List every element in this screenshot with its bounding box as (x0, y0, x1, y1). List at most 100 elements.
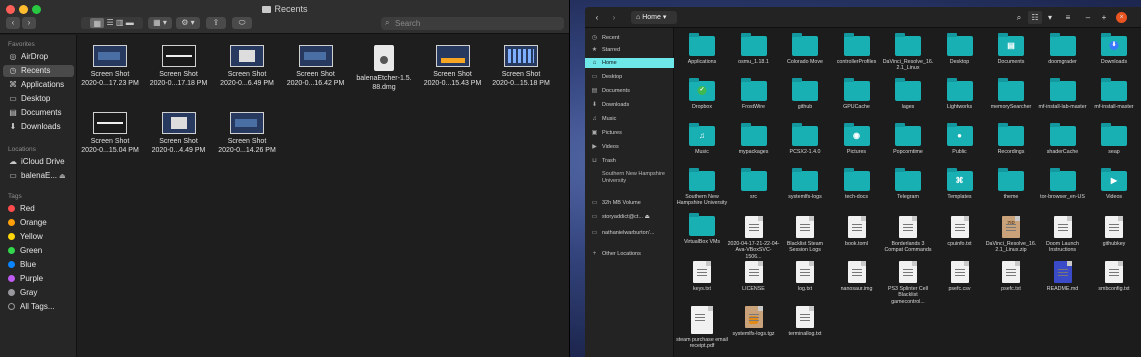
sidebar-item-location[interactable]: ☁ iCloud Drive (3, 156, 74, 168)
folder-item[interactable]: DaVinci_Resolve_16.2.1_Linux (882, 33, 934, 72)
file-item[interactable]: systemlfs-logs.tgz (728, 306, 780, 337)
folder-item[interactable]: seap (1088, 123, 1140, 155)
file-item[interactable]: 2020-04-17-21-22-04-Ava-VBoxSVC-1506... (728, 216, 780, 260)
folder-item[interactable]: systemlfs-logs (779, 168, 831, 200)
view-toggle-button[interactable]: ☷ (1028, 11, 1042, 24)
folder-item[interactable]: VirtualBox VMs (676, 213, 728, 245)
folder-item[interactable]: ▤ Documents (985, 33, 1037, 65)
folder-item[interactable]: ⬇ Downloads (1088, 33, 1140, 65)
folder-item[interactable]: Popcorntime (882, 123, 934, 155)
sidebar-tag-blue[interactable]: Blue (3, 259, 74, 271)
minimize-button[interactable]: – (1082, 11, 1094, 24)
search-field[interactable]: ⌕ (381, 17, 564, 30)
tags-button[interactable]: ⬭ (232, 17, 252, 29)
sidebar-item-home[interactable]: ⌂ Home (585, 58, 674, 68)
file-item[interactable]: Screen Shot 2020-0...15.18 PM (491, 45, 551, 88)
file-item[interactable]: log.txt (779, 261, 831, 292)
sidebar-item-32h-mb-volume[interactable]: ▭ 32h MB Volume (585, 198, 674, 208)
sidebar-tag-green[interactable]: Green (3, 245, 74, 257)
folder-item[interactable]: Southern New Hampshire University (676, 168, 728, 207)
folder-item[interactable]: mf-install-lab-master (1037, 78, 1089, 110)
sidebar-item-music[interactable]: ♫ Music (585, 114, 674, 124)
file-item[interactable]: Doom Launch Instructions (1037, 216, 1089, 254)
sidebar-tag-yellow[interactable]: Yellow (3, 231, 74, 243)
file-item[interactable]: nanosaur.img (831, 261, 883, 292)
file-item[interactable]: psefc.txt (985, 261, 1037, 292)
eject-icon[interactable]: ⏏ (643, 214, 650, 220)
file-item[interactable]: Screen Shot 2020-0...17.23 PM (80, 45, 140, 88)
file-item[interactable]: steam purchase email receipt.pdf (676, 306, 728, 350)
file-item[interactable]: Screen Shot 2020-0...14.26 PM (217, 112, 277, 155)
folder-item[interactable]: controllerProfiles (831, 33, 883, 65)
folder-item[interactable]: tor-browser_en-US (1037, 168, 1089, 200)
file-item[interactable]: Borderlands 3 Compat Commands (882, 216, 934, 254)
file-item[interactable]: psefc.csv (934, 261, 986, 292)
view-options-button[interactable]: ▾ (1044, 11, 1056, 24)
folder-item[interactable]: src (728, 168, 780, 200)
search-input[interactable] (395, 17, 560, 30)
sidebar-item-applications[interactable]: ⌘ Applications (3, 79, 74, 91)
sidebar-item-downloads[interactable]: ⬇ Downloads (3, 121, 74, 133)
sidebar-item-southern-new-hampshire-univers[interactable]: Southern New Hampshire University (585, 171, 674, 195)
folder-item[interactable]: mf-install-master (1088, 78, 1140, 110)
file-item[interactable]: smbconfig.txt (1088, 261, 1140, 292)
sidebar-item-pictures[interactable]: ▣ Pictures (585, 128, 674, 138)
folder-item[interactable]: doomgrader (1037, 33, 1089, 65)
file-item[interactable]: Blacklist Steam Session Logs (779, 216, 831, 254)
folder-item[interactable]: Recordings (985, 123, 1037, 155)
sidebar-item-desktop[interactable]: ▭ Desktop (585, 72, 674, 82)
folder-item[interactable]: ◉ Pictures (831, 123, 883, 155)
folder-item[interactable]: ● Public (934, 123, 986, 155)
file-item[interactable]: PS3 Splinter Cell Blacklist gamecontrol.… (882, 261, 934, 305)
folder-item[interactable]: ⌘ Templates (934, 168, 986, 200)
file-item[interactable]: Screen Shot 2020-0...4.49 PM (149, 112, 209, 155)
sidebar-tag-orange[interactable]: Orange (3, 217, 74, 229)
file-item[interactable]: LICENSE (728, 261, 780, 292)
folder-item[interactable]: PCSX2-1.4.0 (779, 123, 831, 155)
sidebar-item-other-locations[interactable]: + Other Locations (585, 249, 674, 259)
folder-item[interactable]: tech-docs (831, 168, 883, 200)
file-item[interactable]: README.md (1037, 261, 1089, 292)
file-item[interactable]: Screen Shot 2020-0...17.18 PM (149, 45, 209, 88)
folder-item[interactable]: ✓ Dropbox (676, 78, 728, 110)
share-button[interactable]: ⇪ (206, 17, 226, 29)
gallery-view-icon[interactable]: ▬ (126, 18, 134, 27)
sidebar-item-recents[interactable]: ◷ Recents (3, 65, 74, 77)
sidebar-tag-red[interactable]: Red (3, 203, 74, 215)
folder-item[interactable]: ▶ Videos (1088, 168, 1140, 200)
folder-item[interactable]: lages (882, 78, 934, 110)
file-item[interactable]: cpuinfo.txt (934, 216, 986, 247)
folder-item[interactable]: osmu_1.18.1 (728, 33, 780, 65)
sidebar-item-storyaddict-ct-[interactable]: ▭ storyaddict@ct... ⏏ (585, 212, 674, 222)
back-button[interactable]: ‹ (6, 17, 20, 29)
search-button[interactable]: ⌕ (1013, 11, 1025, 24)
folder-item[interactable]: shaderCache (1037, 123, 1089, 155)
file-item[interactable]: Screen Shot 2020-0...16.42 PM (286, 45, 346, 88)
file-item[interactable]: Screen Shot 2020-0...15.04 PM (80, 112, 140, 155)
list-view-icon[interactable]: ☰ (107, 18, 114, 27)
sidebar-item-airdrop[interactable]: ◎ AirDrop (3, 51, 74, 63)
sidebar-tag-alltags[interactable]: All Tags... (3, 301, 74, 313)
folder-item[interactable]: mypackages (728, 123, 780, 155)
folder-item[interactable]: github (779, 78, 831, 110)
sidebar-item-recent[interactable]: ◷ Recent (585, 33, 674, 43)
path-bar-home[interactable]: ⌂ Home ▾ (631, 11, 677, 24)
file-item[interactable]: Screen Shot 2020-0...15.43 PM (423, 45, 483, 88)
sidebar-item-downloads[interactable]: ⬇ Downloads (585, 100, 674, 110)
sidebar-item-documents[interactable]: ▤ Documents (585, 86, 674, 96)
folder-item[interactable]: theme (985, 168, 1037, 200)
folder-item[interactable]: Applications (676, 33, 728, 65)
group-by-button[interactable]: ▦ ▾ (148, 17, 172, 29)
file-item[interactable]: book.toml (831, 216, 883, 247)
close-button[interactable]: × (1116, 12, 1127, 23)
folder-item[interactable]: GPUCache (831, 78, 883, 110)
folder-item[interactable]: Colorado Move (779, 33, 831, 65)
folder-item[interactable]: memorySearcher (985, 78, 1037, 110)
file-item[interactable]: githubkey (1088, 216, 1140, 247)
folder-item[interactable]: FrostWire (728, 78, 780, 110)
folder-item[interactable]: Telegram (882, 168, 934, 200)
sidebar-item-trash[interactable]: ⊔ Trash (585, 156, 674, 166)
sidebar-item-nathanielwarburton-[interactable]: ▭ nathanielwarburton'... (585, 228, 674, 238)
sidebar-item-documents[interactable]: ▤ Documents (3, 107, 74, 119)
sidebar-item-starred[interactable]: ★ Starred (585, 45, 674, 55)
